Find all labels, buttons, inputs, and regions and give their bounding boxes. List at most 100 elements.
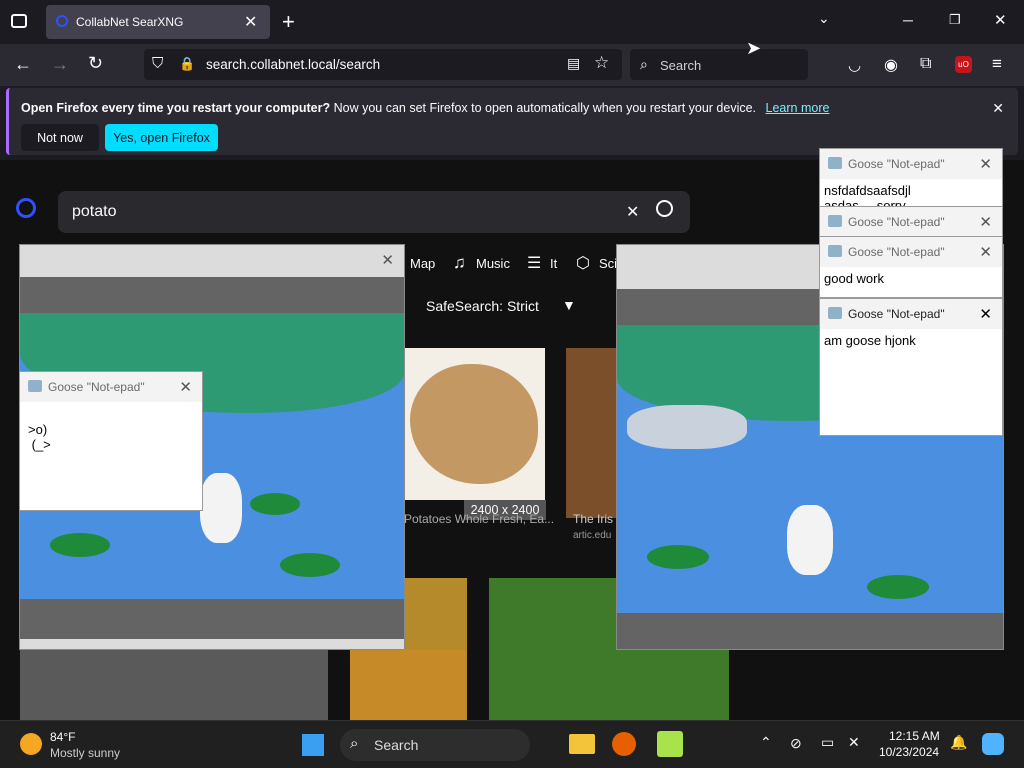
goose-note-1[interactable]: Goose "Not-epad" ✕ nsfdafdsaafsdjl asdas … [819, 148, 1003, 210]
goose-king [787, 505, 833, 575]
note-titlebar[interactable]: Goose "Not-epad" ✕ [820, 237, 1002, 267]
game-bottom-bar [20, 599, 404, 639]
search-icon: ⌕ [640, 56, 648, 72]
result-title[interactable]: Potatoes Whole Fresh, Ea... [404, 512, 556, 526]
back-icon[interactable]: ← [14, 54, 32, 75]
close-icon[interactable]: ✕ [179, 378, 192, 396]
close-notification-icon[interactable]: ✕ [992, 100, 1004, 117]
reader-view-icon[interactable]: ▤ [567, 55, 580, 72]
clear-search-icon[interactable]: ✕ [626, 202, 639, 222]
extensions-icon[interactable]: ⧉ [920, 55, 931, 73]
music-icon[interactable]: ♫ [453, 253, 466, 273]
category-music[interactable]: Music [476, 256, 510, 271]
category-it[interactable]: It [550, 256, 557, 271]
weather-temp[interactable]: 84°F [50, 730, 75, 744]
url-bar[interactable]: ⛉ 🔒 search.collabnet.local/search ▤ ☆ [144, 49, 622, 80]
result2-title[interactable]: The Iris [573, 512, 613, 526]
chevron-down-icon[interactable]: ▼ [562, 297, 576, 313]
note-titlebar[interactable]: Goose "Not-epad" ✕ [820, 299, 1002, 329]
notification-message: Open Firefox every time you restart your… [21, 101, 829, 115]
copilot-icon[interactable] [982, 733, 1004, 755]
volume-icon[interactable]: ✕ [848, 734, 860, 751]
note-text[interactable]: am goose hjonk [820, 329, 1002, 352]
lily-pad [50, 533, 110, 557]
notification-text: Now you can set Firefox to open automati… [330, 101, 757, 115]
close-icon[interactable]: ✕ [979, 155, 992, 173]
chevron-down-icon[interactable]: ⌄ [818, 10, 830, 27]
lock-icon[interactable]: 🔒 [179, 56, 195, 72]
open-firefox-button[interactable]: Yes, open Firefox [105, 124, 218, 151]
maximize-icon[interactable]: ❐ [949, 12, 961, 28]
forward-icon[interactable]: → [51, 54, 69, 75]
science-icon[interactable]: ⬡ [576, 253, 590, 273]
close-tab-icon[interactable]: ✕ [244, 12, 257, 32]
search-input[interactable]: potato [72, 203, 116, 221]
search-box[interactable]: potato ✕ [58, 191, 690, 233]
pocket-icon[interactable]: ◡ [848, 56, 861, 74]
potato-shape [410, 364, 538, 484]
bookmark-star-icon[interactable]: ☆ [594, 53, 609, 73]
account-icon[interactable]: ◉ [884, 55, 898, 75]
chevron-up-icon[interactable]: ⌃ [760, 734, 772, 751]
new-tab-icon[interactable]: + [282, 9, 295, 35]
notification-bell-icon[interactable]: 🔔 [950, 734, 967, 751]
safesearch-select[interactable]: SafeSearch: Strict [426, 298, 539, 314]
result-image-bw[interactable] [20, 650, 328, 720]
note-titlebar[interactable]: Goose "Not-epad" ✕ [820, 149, 1002, 179]
note-titlebar[interactable]: Goose "Not-epad" ✕ [20, 372, 202, 402]
taskbar-search[interactable]: ⌕ Search [340, 729, 530, 761]
reload-icon[interactable]: ↻ [88, 53, 103, 74]
network-icon[interactable]: ⊘ [790, 735, 802, 752]
menu-icon[interactable]: ≡ [992, 54, 1002, 74]
not-now-button[interactable]: Not now [21, 124, 99, 151]
notepad-icon [28, 380, 42, 392]
learn-more-link[interactable]: Learn more [766, 101, 830, 115]
note-title: Goose "Not-epad" [48, 380, 145, 394]
layers-icon[interactable]: ☰ [527, 253, 541, 273]
goose-note-4[interactable]: Goose "Not-epad" ✕ am goose hjonk [819, 298, 1003, 436]
tab-list-icon[interactable] [11, 14, 27, 28]
clock-date[interactable]: 10/23/2024 [879, 745, 939, 759]
close-icon[interactable]: ✕ [979, 243, 992, 261]
close-icon[interactable]: ✕ [381, 251, 394, 269]
clock-time[interactable]: 12:15 AM [889, 729, 940, 743]
searxng-logo-icon[interactable] [16, 198, 36, 218]
category-map[interactable]: Map [410, 256, 435, 271]
game-bottom-bar [617, 613, 1003, 649]
shield-icon[interactable]: ⛉ [152, 55, 163, 72]
minimize-icon[interactable]: ─ [903, 12, 913, 28]
weather-desc[interactable]: Mostly sunny [50, 746, 120, 760]
goose-note-3[interactable]: Goose "Not-epad" ✕ good work [819, 236, 1003, 298]
lily-pad [647, 545, 709, 569]
notification-bold: Open Firefox every time you restart your… [21, 101, 331, 115]
note-text[interactable]: nsfdafdsaafsdjl asdas sorry [820, 179, 1002, 207]
ublock-icon[interactable]: uO [955, 56, 972, 73]
close-icon[interactable]: ✕ [979, 305, 992, 323]
firefox-icon[interactable] [612, 732, 636, 756]
note-text[interactable]: good work [820, 267, 1002, 290]
notepad-app-icon[interactable] [657, 731, 683, 757]
note-titlebar[interactable]: Goose "Not-epad" ✕ [820, 207, 1002, 237]
close-icon[interactable]: ✕ [979, 213, 992, 231]
browser-search-bar[interactable]: ⌕ Search [630, 49, 808, 80]
search-submit-icon[interactable] [656, 200, 673, 217]
category-sci[interactable]: Sci [599, 256, 617, 271]
url-text[interactable]: search.collabnet.local/search [206, 57, 380, 72]
game-top-bar [20, 277, 404, 313]
result-image-roasted[interactable] [350, 650, 466, 720]
result-image-potato[interactable] [404, 348, 545, 500]
display-icon[interactable]: ▭ [821, 734, 834, 751]
close-window-icon[interactable]: ✕ [994, 11, 1007, 29]
goose-note-2[interactable]: Goose "Not-epad" ✕ [819, 206, 1003, 238]
weather-sun-icon[interactable] [20, 733, 42, 755]
windows-start-icon[interactable] [302, 734, 324, 756]
goose-note-5[interactable]: Goose "Not-epad" ✕ >o) (_> [19, 371, 203, 511]
note-text[interactable]: >o) (_> [20, 402, 202, 456]
note-title: Goose "Not-epad" [848, 215, 945, 229]
tab-bar: CollabNet SearXNG ✕ + ⌄ ─ ❐ ✕ [0, 0, 1024, 44]
result-image-iris[interactable] [566, 348, 618, 518]
file-explorer-icon[interactable] [569, 734, 595, 754]
note-title: Goose "Not-epad" [848, 245, 945, 259]
tab-active[interactable]: CollabNet SearXNG ✕ [46, 5, 270, 39]
notepad-icon [828, 245, 842, 257]
